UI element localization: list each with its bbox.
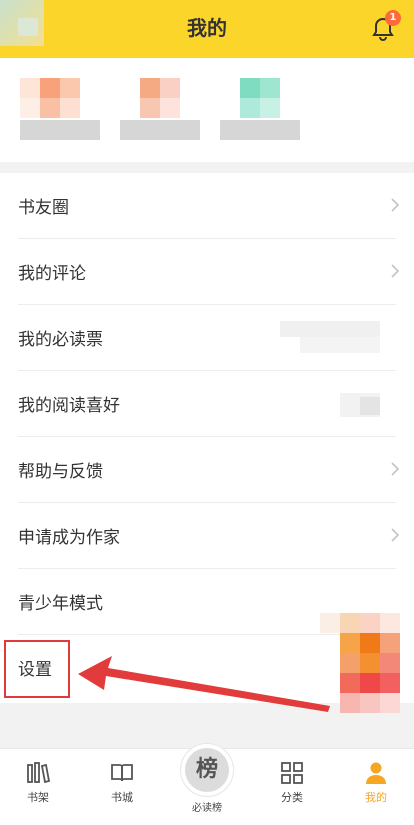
menu-item-book-friends[interactable]: 书友圈 — [0, 173, 414, 239]
menu-item-my-vote-tickets[interactable]: 我的必读票 — [0, 305, 414, 371]
tab-label: 必读榜 — [192, 803, 222, 814]
chevron-right-icon — [391, 198, 400, 212]
tab-mine[interactable]: 我的 — [346, 761, 406, 813]
menu-item-my-comments[interactable]: 我的评论 — [0, 239, 414, 305]
annotation-highlight-box — [4, 640, 70, 698]
tab-label: 书架 — [27, 791, 49, 804]
page-title: 我的 — [187, 16, 227, 40]
category-grid-icon — [281, 762, 303, 784]
tab-bookshelf[interactable]: 书架 — [8, 761, 68, 813]
tab-bookstore[interactable]: 书城 — [92, 761, 152, 813]
ranking-glyph: 榜 — [185, 748, 229, 792]
chevron-right-icon — [391, 528, 400, 542]
stat-item[interactable] — [220, 78, 300, 142]
menu-item-label: 我的必读票 — [18, 330, 103, 350]
user-stats-panel — [0, 58, 414, 162]
pixelated-overlay — [320, 613, 414, 713]
tab-label: 书城 — [111, 791, 133, 804]
bookshelf-icon — [27, 762, 51, 784]
menu-item-help-feedback[interactable]: 帮助与反馈 — [0, 437, 414, 503]
menu-item-label: 书友圈 — [18, 198, 69, 218]
bottom-tab-bar: 书架 书城 榜 必读榜 分类 我的 — [0, 743, 414, 825]
menu-item-label: 帮助与反馈 — [18, 462, 103, 482]
menu-item-become-author[interactable]: 申请成为作家 — [0, 503, 414, 569]
tab-label: 分类 — [281, 791, 303, 804]
menu-item-label: 我的评论 — [18, 264, 86, 284]
stat-item[interactable] — [120, 78, 200, 142]
book-icon — [111, 764, 133, 782]
chevron-right-icon — [391, 264, 400, 278]
stat-item[interactable] — [20, 78, 100, 142]
tab-label: 我的 — [365, 791, 387, 804]
ranking-icon: 榜 — [180, 743, 234, 797]
chevron-right-icon — [391, 462, 400, 476]
menu-item-reading-preference[interactable]: 我的阅读喜好 — [0, 371, 414, 437]
menu-item-label: 申请成为作家 — [18, 528, 120, 548]
menu-item-label: 青少年模式 — [18, 594, 103, 614]
tab-category[interactable]: 分类 — [262, 761, 322, 813]
user-icon — [366, 762, 386, 784]
settings-menu: 书友圈 我的评论 我的必读票 我的阅读喜好 帮助与反馈 申请成为作家 青少年模式… — [0, 173, 414, 713]
notification-badge: 1 — [385, 10, 401, 26]
header-bar: 我的 1 — [0, 0, 414, 58]
menu-item-label: 我的阅读喜好 — [18, 396, 120, 416]
